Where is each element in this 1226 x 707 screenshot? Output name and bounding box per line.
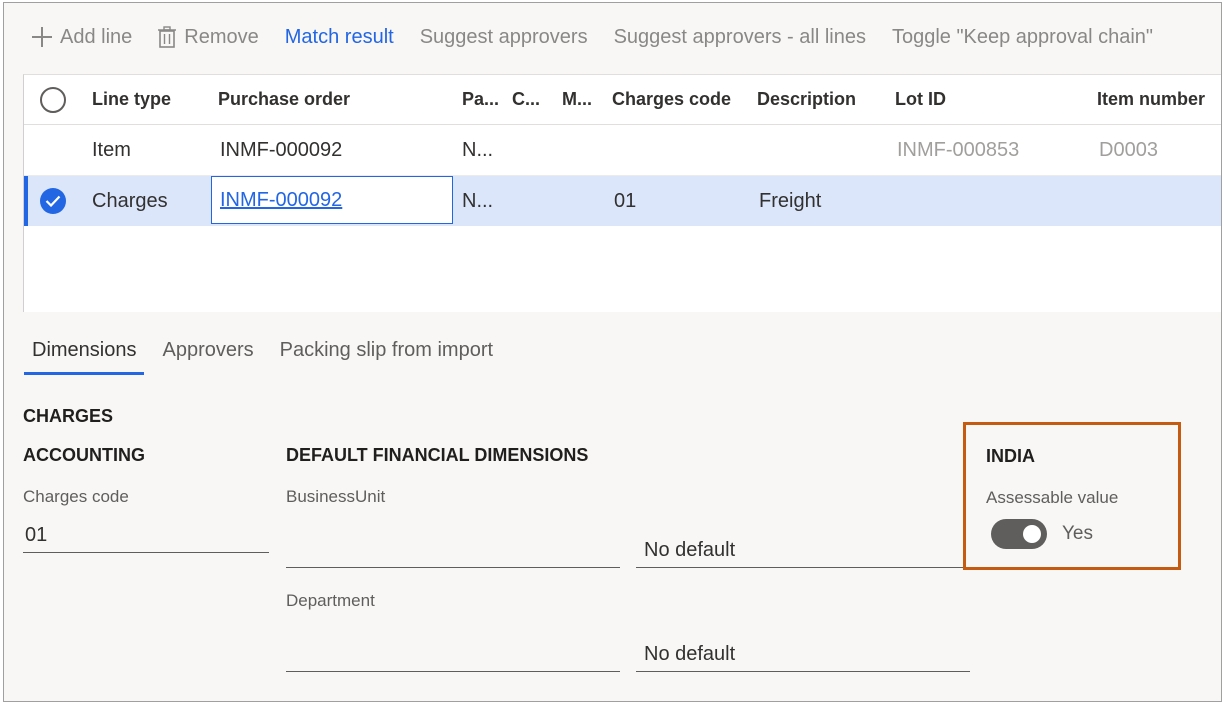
match-result-button[interactable]: Match result <box>285 26 394 49</box>
cell-purchase-order[interactable]: INMF-000092 <box>220 126 450 175</box>
trash-icon <box>158 26 177 48</box>
assessable-value-state: Yes <box>1062 523 1093 544</box>
column-header-purchase-order[interactable]: Purchase order <box>218 75 448 124</box>
column-header-c[interactable]: C... <box>512 75 552 124</box>
department-default-field[interactable]: No default <box>636 638 970 672</box>
toggle-keep-label: Toggle "Keep approval chain" <box>891 25 1153 48</box>
purchase-order-link[interactable]: INMF-000092 <box>220 189 342 212</box>
lines-grid: Line type Purchase order Pa... C... M...… <box>23 74 1221 312</box>
select-all-circle-icon <box>40 86 66 113</box>
tab-approvers[interactable]: Approvers <box>154 325 261 375</box>
default-financial-dimensions-heading: DEFAULT FINANCIAL DIMENSIONS <box>286 445 589 465</box>
remove-button[interactable]: Remove <box>158 25 259 49</box>
column-header-item-number[interactable]: Item number <box>1097 75 1221 124</box>
table-row-selected[interactable]: Charges INMF-000092 N... 01 Freight <box>24 176 1221 226</box>
department-field[interactable] <box>286 638 620 672</box>
column-header-m[interactable]: M... <box>562 75 602 124</box>
column-header-charges-code[interactable]: Charges code <box>612 75 742 124</box>
department-label: Department <box>286 591 375 610</box>
action-toolbar: Add line Remove Match result Suggest app… <box>4 3 1221 71</box>
row-select-radio[interactable] <box>40 176 70 226</box>
cell-pa: N... <box>462 189 494 212</box>
remove-label: Remove <box>184 25 259 48</box>
details-tabs: Dimensions Approvers Packing slip from i… <box>24 325 511 375</box>
tab-packing-slip-from-import[interactable]: Packing slip from import <box>272 325 501 375</box>
add-line-label: Add line <box>60 25 133 48</box>
grid-header: Line type Purchase order Pa... C... M...… <box>24 75 1221 125</box>
app-frame: Add line Remove Match result Suggest app… <box>3 2 1222 702</box>
cell-lot-id: INMF-000853 <box>897 139 1020 161</box>
tab-dimensions[interactable]: Dimensions <box>24 325 145 375</box>
cell-description: Freight <box>759 189 822 212</box>
cell-item-number: D0003 <box>1099 139 1158 161</box>
india-highlight-box: INDIA Assessable value Yes <box>963 422 1181 570</box>
table-row[interactable]: Item INMF-000092 N... INMF-000853 D0003 <box>24 126 1221 176</box>
cell-line-type: Item <box>92 139 131 161</box>
assessable-value-toggle[interactable] <box>991 519 1047 549</box>
charges-heading: CHARGES <box>23 406 114 426</box>
selection-indicator <box>24 176 28 226</box>
suggest-approvers-label: Suggest approvers <box>419 25 588 48</box>
plus-icon <box>32 27 52 47</box>
checkmark-icon <box>40 188 66 214</box>
column-header-lot-id[interactable]: Lot ID <box>895 75 1015 124</box>
add-line-button[interactable]: Add line <box>32 26 132 49</box>
business-unit-field[interactable] <box>286 534 620 568</box>
cell-line-type: Charges <box>92 189 168 212</box>
suggest-approvers-all-lines-button[interactable]: Suggest approvers - all lines <box>614 26 866 49</box>
toggle-knob <box>1023 525 1041 543</box>
toggle-keep-approval-chain-button[interactable]: Toggle "Keep approval chain" <box>892 26 1153 49</box>
cell-pa: N... <box>462 139 494 161</box>
suggest-approvers-button[interactable]: Suggest approvers <box>420 26 588 49</box>
match-result-label: Match result <box>284 25 394 48</box>
charges-code-label: Charges code <box>23 487 129 506</box>
column-header-line-type[interactable]: Line type <box>92 75 202 124</box>
business-unit-default-field[interactable]: No default <box>636 534 970 568</box>
india-heading: INDIA <box>986 446 1035 466</box>
assessable-value-label: Assessable value <box>986 488 1119 507</box>
select-all-radio[interactable] <box>40 75 70 124</box>
cell-purchase-order-link[interactable]: INMF-000092 <box>211 176 453 224</box>
business-unit-label: BusinessUnit <box>286 487 386 506</box>
cell-charges-code: 01 <box>614 189 637 212</box>
column-header-pa[interactable]: Pa... <box>462 75 506 124</box>
accounting-heading: ACCOUNTING <box>23 445 145 465</box>
column-header-description[interactable]: Description <box>757 75 877 124</box>
charges-code-field[interactable]: 01 <box>23 519 269 553</box>
suggest-approvers-all-label: Suggest approvers - all lines <box>613 25 866 48</box>
